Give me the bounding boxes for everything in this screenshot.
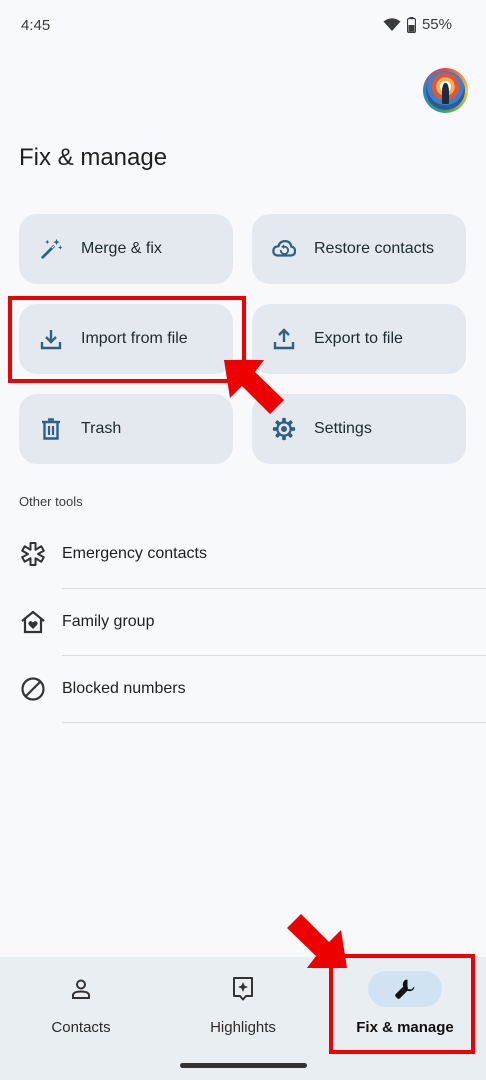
restore-contacts-button[interactable]: Restore contacts: [252, 214, 466, 284]
battery-percent: 55%: [421, 16, 452, 33]
blocked-numbers-label: Blocked numbers: [62, 679, 186, 697]
family-group-label: Family group: [62, 612, 155, 630]
person-icon: [72, 979, 90, 999]
merge-fix-label: Merge & fix: [81, 240, 162, 257]
annotation-arrow-import: [224, 360, 284, 414]
status-time: 4:45: [21, 17, 51, 34]
family-home-icon: [20, 609, 46, 635]
blocked-numbers-item[interactable]: Blocked numbers: [0, 655, 486, 722]
gear-icon: [272, 417, 296, 441]
home-indicator[interactable]: [180, 1063, 307, 1068]
wifi-icon: [383, 18, 401, 31]
trash-icon: [39, 417, 63, 441]
trash-button[interactable]: Trash: [19, 394, 233, 464]
emergency-contacts-item[interactable]: Emergency contacts: [0, 520, 486, 587]
trash-label: Trash: [81, 420, 122, 437]
merge-fix-button[interactable]: Merge & fix: [19, 214, 233, 284]
status-icons: 55%: [383, 16, 452, 33]
status-bar: 4:45 55%: [0, 0, 486, 52]
nav-contacts[interactable]: Contacts: [0, 957, 162, 1057]
nav-highlights-label: Highlights: [210, 1019, 276, 1036]
other-tools-heading: Other tools: [19, 494, 83, 509]
settings-label: Settings: [314, 420, 372, 437]
annotation-arrow-fix-manage: [287, 914, 347, 968]
nav-highlights-pill: [206, 971, 280, 1007]
restore-contacts-label: Restore contacts: [314, 240, 435, 257]
export-to-file-label: Export to file: [314, 330, 403, 347]
emergency-asterisk-icon: [20, 541, 46, 567]
battery-icon: [406, 16, 416, 33]
nav-contacts-label: Contacts: [51, 1019, 111, 1036]
family-group-item[interactable]: Family group: [0, 588, 486, 655]
nav-contacts-pill: [44, 971, 118, 1007]
magic-wand-icon: [39, 237, 63, 261]
upload-icon: [272, 327, 296, 351]
nav-highlights[interactable]: Highlights: [162, 957, 324, 1057]
cloud-restore-icon: [272, 237, 296, 261]
block-icon: [20, 676, 46, 702]
divider: [62, 722, 486, 723]
annotation-highlight-import: [8, 296, 246, 383]
avatar-image: [426, 71, 465, 110]
account-avatar[interactable]: [423, 68, 468, 113]
emergency-contacts-label: Emergency contacts: [62, 544, 207, 562]
annotation-highlight-fix-manage: [329, 954, 475, 1054]
highlights-icon: [233, 977, 253, 1001]
page-title: Fix & manage: [19, 144, 168, 171]
